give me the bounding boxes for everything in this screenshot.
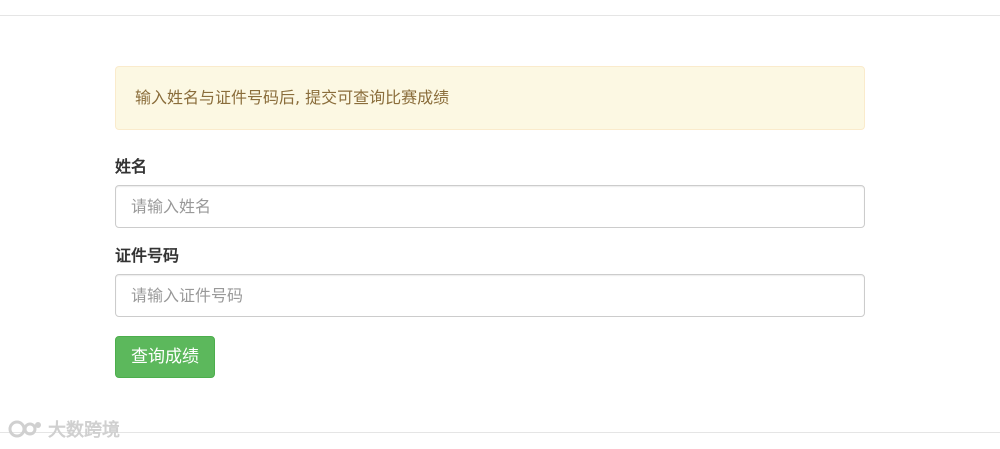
brand-logo-icon xyxy=(8,420,41,438)
name-input[interactable] xyxy=(115,185,865,228)
id-field-group: 证件号码 xyxy=(115,246,865,317)
bottom-divider xyxy=(0,432,1000,433)
watermark-text: 大数跨境 xyxy=(48,420,120,441)
score-query-form: 输入姓名与证件号码后, 提交可查询比赛成绩 姓名 证件号码 查询成绩 xyxy=(115,66,865,378)
watermark: 大数跨境 xyxy=(8,416,120,442)
id-number-label: 证件号码 xyxy=(115,246,180,265)
query-score-button[interactable]: 查询成绩 xyxy=(115,336,215,378)
id-number-input[interactable] xyxy=(115,274,865,317)
info-notice: 输入姓名与证件号码后, 提交可查询比赛成绩 xyxy=(115,66,865,130)
name-label: 姓名 xyxy=(115,157,148,176)
top-divider xyxy=(0,15,1000,16)
name-field-group: 姓名 xyxy=(115,157,865,228)
info-notice-text: 输入姓名与证件号码后, 提交可查询比赛成绩 xyxy=(135,88,450,107)
